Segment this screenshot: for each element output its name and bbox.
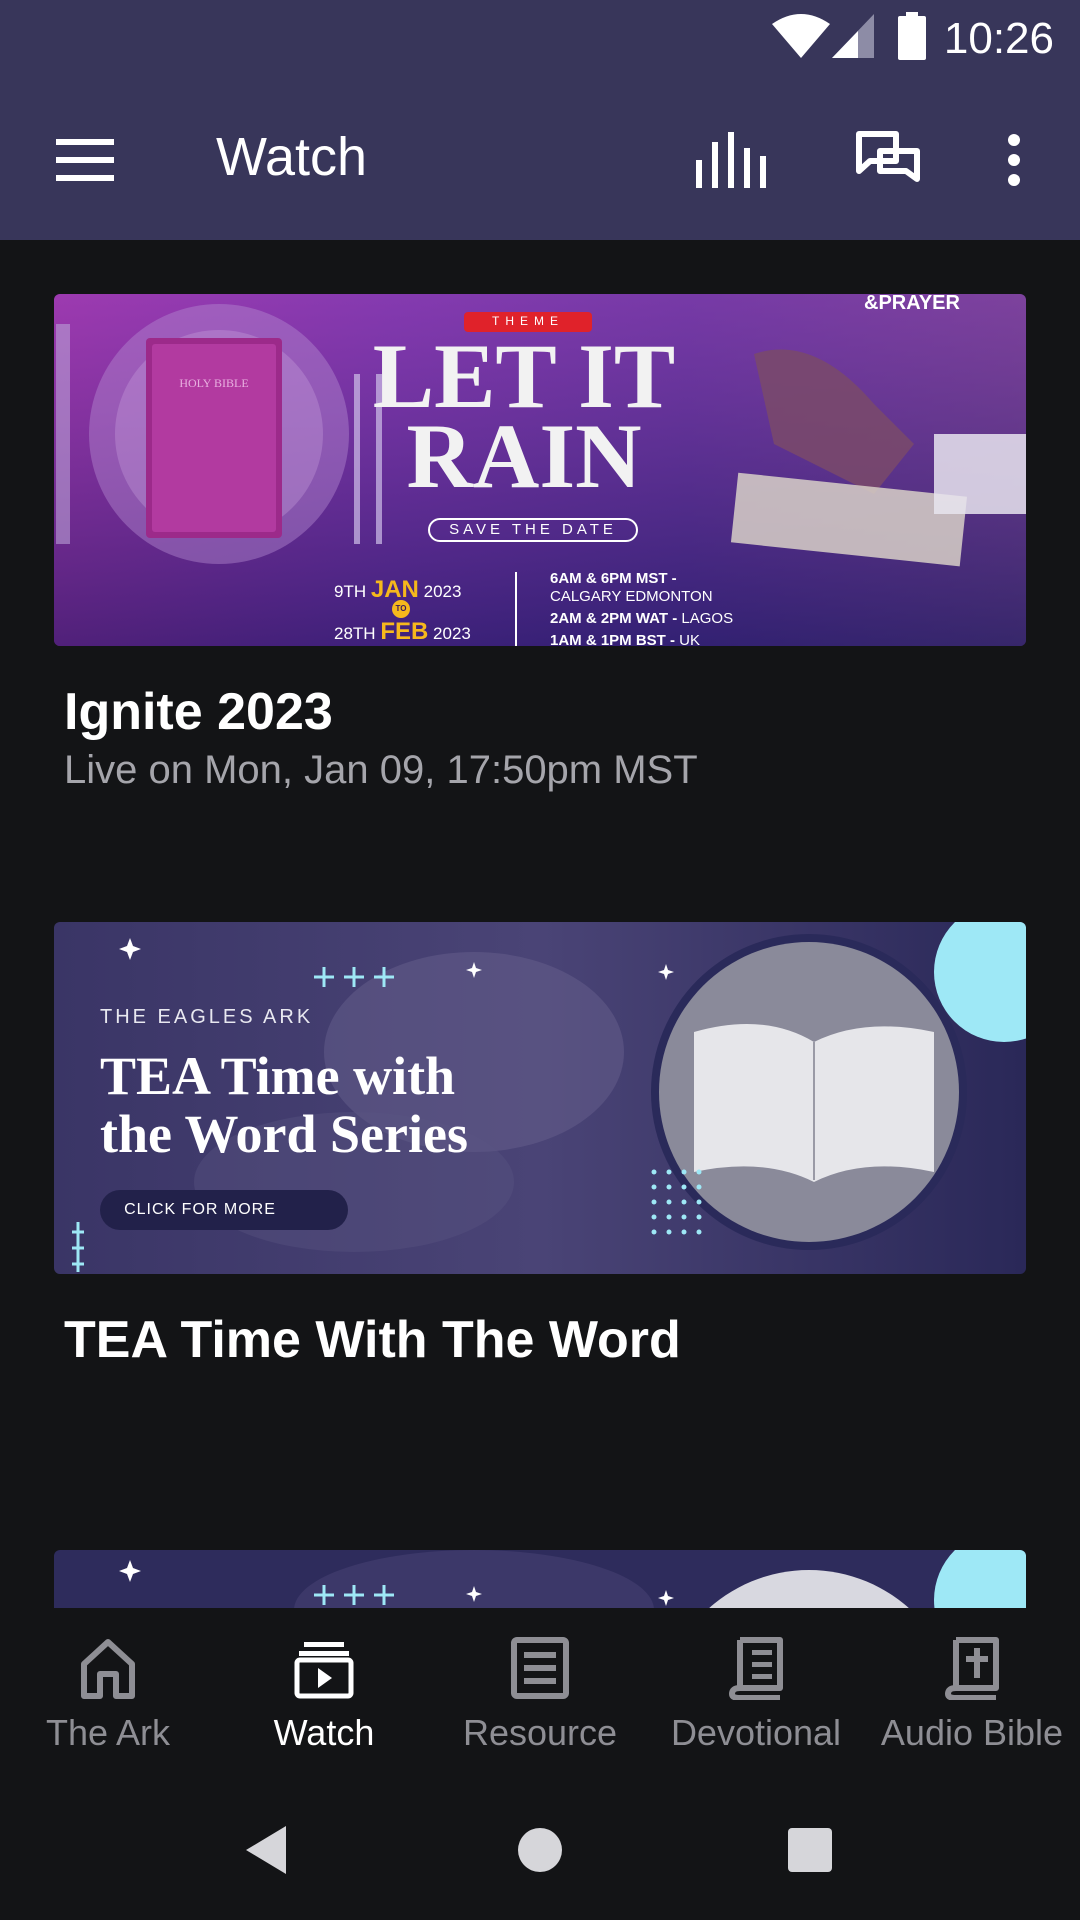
video-subtitle-ignite: Live on Mon, Jan 09, 17:50pm MST: [64, 748, 698, 792]
nav-label: Devotional: [670, 1712, 842, 1753]
system-navigation-bar: [0, 1780, 1080, 1920]
nav-item-devotional[interactable]: Devotional: [648, 1608, 864, 1780]
chat-icon: [856, 131, 920, 182]
nav-item-watch[interactable]: Watch: [216, 1608, 432, 1780]
home-icon: [81, 1639, 135, 1699]
partial-banner-image: [54, 1550, 1026, 1608]
home-circle-icon[interactable]: [516, 1826, 564, 1874]
hamburger-menu-icon: [56, 139, 114, 181]
devotional-book-icon: [729, 1637, 783, 1700]
banner-headline-1: TEA Time with: [100, 1046, 456, 1106]
banner-bible-text: HOLY BIBLE: [179, 376, 249, 390]
banner-corner-text: &PRAYER: [864, 294, 960, 314]
more-vert-icon: [1008, 134, 1020, 186]
video-thumbnail-ignite[interactable]: THEME HOLY BIBLE LET IT RAIN SAVE THE DA…: [54, 294, 1026, 646]
banner-date-to: TO: [392, 600, 410, 618]
live-stats-button[interactable]: [686, 120, 776, 200]
video-list: THEME HOLY BIBLE LET IT RAIN SAVE THE DA…: [0, 240, 1080, 1608]
menu-button[interactable]: [40, 120, 130, 200]
battery-icon: [898, 12, 926, 60]
signal-icon: [832, 14, 874, 58]
bible-icon: [945, 1637, 999, 1700]
video-thumbnail-partial[interactable]: [54, 1550, 1026, 1608]
nav-item-resource[interactable]: Resource: [432, 1608, 648, 1780]
nav-label: Resource: [462, 1712, 618, 1753]
banner-org: THE EAGLES ARK: [100, 1006, 314, 1028]
status-bar: 10:26: [0, 0, 1080, 80]
nav-label: The Ark: [45, 1712, 171, 1753]
banner-headline-2: RAIN: [406, 405, 642, 507]
nav-label: Audio Bible: [880, 1712, 1064, 1753]
banner-cta-button: CLICK FOR MORE: [124, 1201, 276, 1218]
equalizer-icon: [696, 132, 766, 188]
nav-item-the-ark[interactable]: The Ark: [0, 1608, 216, 1780]
app-bar: Watch: [0, 80, 1080, 240]
video-title-ignite[interactable]: Ignite 2023: [64, 682, 333, 742]
nav-item-audio-bible[interactable]: Audio Bible: [864, 1608, 1080, 1780]
watch-video-icon: [294, 1642, 354, 1699]
banner-headline-2: the Word Series: [100, 1104, 468, 1164]
banner-date-end: 28TH FEB 2023: [334, 618, 471, 645]
video-thumbnail-tea-time[interactable]: THE EAGLES ARK TEA Time with the Word Se…: [54, 922, 1026, 1274]
status-time: 10:26: [943, 14, 1054, 63]
back-icon[interactable]: [242, 1824, 290, 1876]
more-options-button[interactable]: [984, 120, 1044, 200]
chat-button[interactable]: [843, 120, 933, 200]
page-title: Watch: [216, 127, 368, 187]
banner-times: 6AM & 6PM MST - CALGARY EDMONTON 2AM & 2…: [550, 570, 734, 646]
video-title-tea-time[interactable]: TEA Time With The Word: [64, 1310, 681, 1370]
recents-icon[interactable]: [786, 1826, 834, 1874]
resource-icon: [511, 1637, 569, 1699]
banner-save-the-date: SAVE THE DATE: [428, 518, 638, 542]
bottom-navigation: The Ark Watch Resource Devotional Audio …: [0, 1608, 1080, 1780]
nav-label: Watch: [273, 1712, 375, 1753]
wifi-icon: [772, 14, 830, 58]
